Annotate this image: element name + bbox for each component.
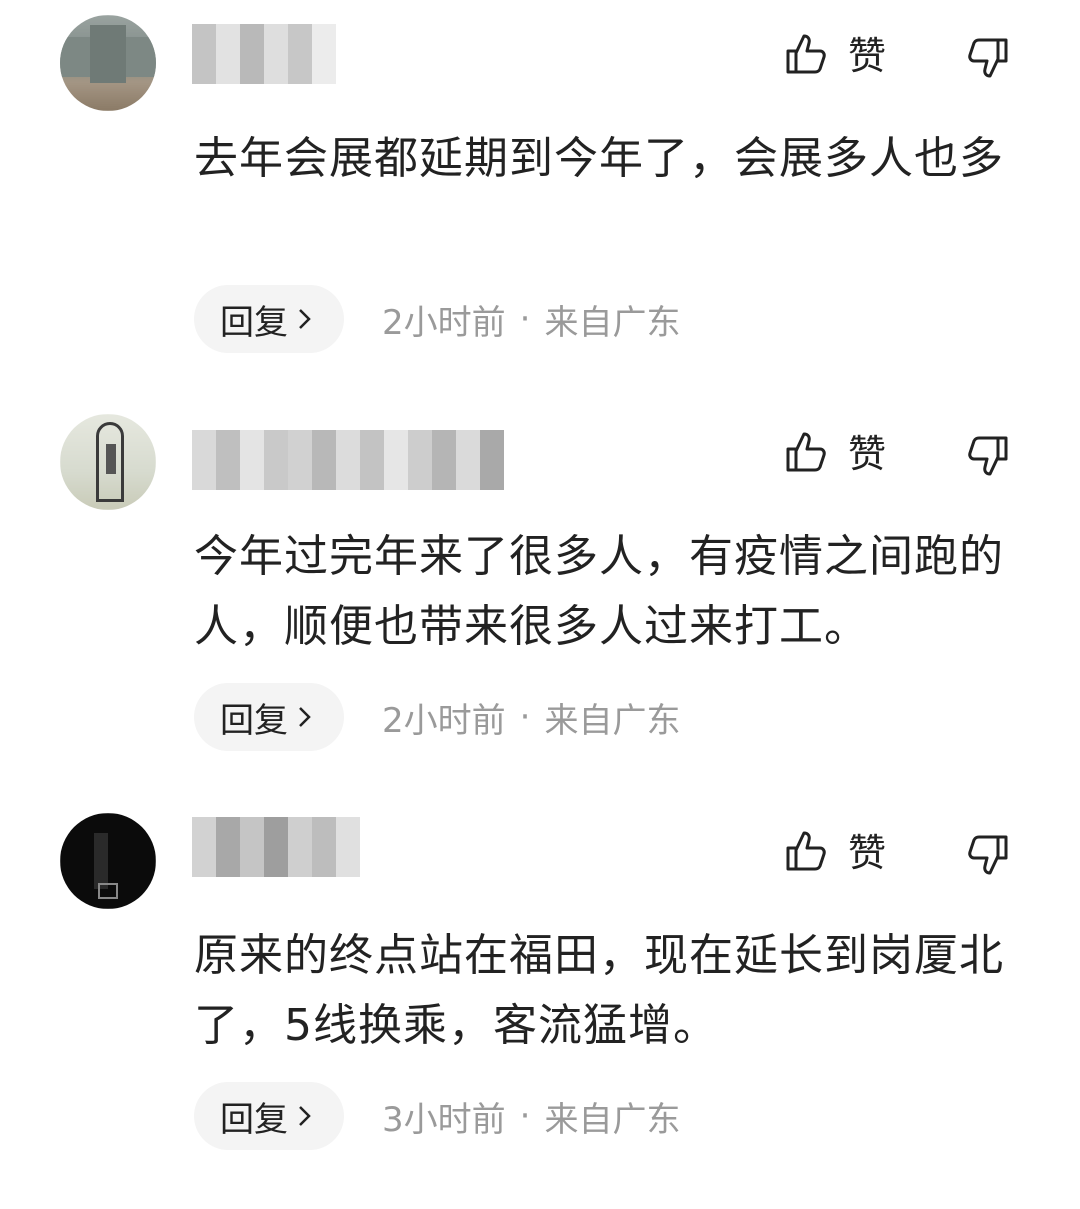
location: 来自广东 [544,302,681,343]
avatar[interactable] [60,813,156,909]
thumbs-down-icon [966,835,1010,881]
comment-text: 今年过完年来了很多人，有疫情之间跑的人，顺便也带来很多人过来打工。 [194,531,1004,652]
like-button[interactable]: 赞 [784,430,886,478]
thumbs-up-icon [784,430,828,478]
timestamp: 2小时前 [382,700,506,741]
comment-text: 去年会展都延期到今年了，会展多人也多 [194,133,1004,184]
thumbs-up-icon [784,829,828,877]
separator: · [519,1096,531,1136]
avatar[interactable] [60,15,156,111]
reply-button[interactable]: 回复 [194,1082,344,1150]
reply-button[interactable]: 回复 [194,683,344,751]
timestamp: 3小时前 [382,1099,506,1140]
avatar[interactable] [60,414,156,510]
username-blurred[interactable] [192,430,504,490]
like-label: 赞 [848,34,887,78]
thumbs-down-icon [966,436,1010,482]
like-label: 赞 [848,432,887,476]
separator: · [519,299,531,339]
username-blurred[interactable] [192,24,336,84]
like-label: 赞 [848,831,887,875]
chevron-right-icon [296,705,314,729]
dislike-button[interactable] [966,833,1010,881]
location: 来自广东 [544,700,681,741]
thumbs-up-icon [784,32,828,80]
separator: · [519,697,531,737]
chevron-right-icon [296,307,314,331]
thumbs-down-icon [966,38,1010,84]
reply-label: 回复 [220,1099,288,1140]
reply-button[interactable]: 回复 [194,285,344,353]
dislike-button[interactable] [966,434,1010,482]
like-button[interactable]: 赞 [784,829,886,877]
comment-text: 原来的终点站在福田，现在延长到岗厦北了，5线换乘，客流猛增。 [194,930,1004,1051]
reply-label: 回复 [220,700,288,741]
location: 来自广东 [544,1099,681,1140]
timestamp: 2小时前 [382,302,506,343]
username-blurred[interactable] [192,817,360,877]
chevron-right-icon [296,1104,314,1128]
dislike-button[interactable] [966,36,1010,84]
like-button[interactable]: 赞 [784,32,886,80]
reply-label: 回复 [220,302,288,343]
